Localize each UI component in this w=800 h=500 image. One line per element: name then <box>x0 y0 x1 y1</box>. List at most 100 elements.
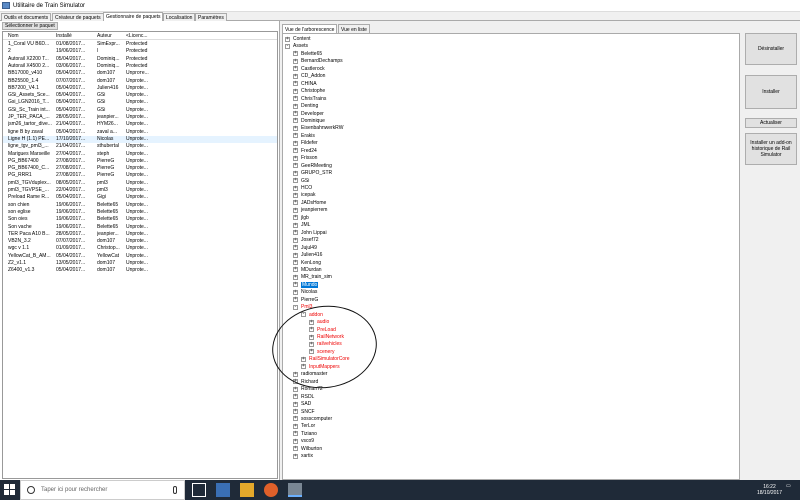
clock[interactable]: 16:22 18/10/2017 <box>757 484 782 496</box>
table-row[interactable]: YellowCat_B_AM... 05/04/2017... YellowCat U… <box>3 253 277 260</box>
expander-icon[interactable]: + <box>293 81 298 87</box>
uninstall-button[interactable]: Désinstaller <box>745 33 797 65</box>
expander-icon[interactable]: + <box>293 178 298 184</box>
expander-icon[interactable]: - <box>293 304 298 310</box>
select-package-button[interactable]: Sélectionner le paquet <box>2 22 58 30</box>
table-row[interactable]: PG_RRR1 27/08/2017... PierreG Unprote... <box>3 172 277 179</box>
tab-localisation[interactable]: Localisation <box>163 13 196 21</box>
expander-icon[interactable]: + <box>293 409 298 414</box>
expander-icon[interactable]: + <box>293 260 298 265</box>
tree-node[interactable]: Wilburton <box>301 446 322 452</box>
tree-node[interactable]: SNCF <box>301 409 315 415</box>
expander-icon[interactable]: + <box>293 207 298 213</box>
tree-node[interactable]: icepak <box>301 192 315 198</box>
expander-icon[interactable]: + <box>293 133 298 139</box>
table-row[interactable]: Z2_v1.1 13/05/2017... dom107 Unprote... <box>3 260 277 267</box>
tree-node[interactable]: BernardDechamps <box>301 58 343 64</box>
expander-icon[interactable]: + <box>293 155 298 161</box>
firefox-icon[interactable] <box>264 483 278 497</box>
tree-node[interactable]: TerLor <box>301 423 315 429</box>
expander-icon[interactable]: + <box>285 36 290 42</box>
tree-node[interactable]: Castlerock <box>301 66 325 72</box>
expander-icon[interactable]: + <box>293 401 298 407</box>
tree-node[interactable]: Nicolas <box>301 289 317 295</box>
table-row[interactable]: ligne_tgv_pml3_... 21/04/2017... sthuberta… <box>3 143 277 150</box>
expander-icon[interactable]: + <box>293 282 298 288</box>
tree-node[interactable]: JADsHome <box>301 200 326 206</box>
tab-createur[interactable]: Créateur de paquets <box>52 13 104 21</box>
tree-node[interactable]: Tiziano <box>301 431 317 437</box>
tree-node[interactable]: Frisson <box>301 155 317 161</box>
expander-icon[interactable]: + <box>293 289 298 295</box>
expander-icon[interactable]: + <box>293 200 298 206</box>
expander-icon[interactable]: + <box>293 438 298 444</box>
table-row[interactable]: Autorail X4500 2... 03/06/2017... Dominiq.… <box>3 63 277 70</box>
tab-gestionnaire[interactable]: Gestionnaire de paquets <box>103 12 164 21</box>
microphone-icon[interactable] <box>173 486 177 494</box>
table-row[interactable]: Son vache 19/06/2017... Belette65 Unprote..… <box>3 224 277 231</box>
expander-icon[interactable]: + <box>293 215 298 221</box>
table-row[interactable]: pml3_TGVPSE_... 22/04/2017... pml3 Unprote.… <box>3 187 277 194</box>
task-view-icon[interactable] <box>192 483 206 497</box>
tree-node[interactable]: John Lippai <box>301 230 327 236</box>
train-simulator-icon[interactable] <box>288 483 302 497</box>
tree-node[interactable]: SAD <box>301 401 311 407</box>
expander-icon[interactable]: + <box>293 103 298 109</box>
tree-node[interactable]: Denting <box>301 103 318 109</box>
expander-icon[interactable]: + <box>293 51 298 57</box>
table-row[interactable]: 2 19/06/2017... l Protected <box>3 48 277 55</box>
tree-node[interactable]: JML <box>301 222 310 228</box>
expander-icon[interactable]: + <box>293 394 298 400</box>
tree-node[interactable]: Christophe <box>301 88 325 94</box>
table-row[interactable]: Marigues Marseille 27/04/2017... steph Unpr… <box>3 151 277 158</box>
table-row[interactable]: pml3_TGVduplex... 08/05/2017... pml3 Unprot… <box>3 180 277 187</box>
col-licence[interactable]: <Licenc... <box>126 33 156 39</box>
tree-node[interactable]: HCO <box>301 185 312 191</box>
expander-icon[interactable]: + <box>293 192 298 198</box>
expander-icon[interactable]: + <box>293 453 298 459</box>
expander-icon[interactable]: + <box>293 237 298 243</box>
expander-icon[interactable]: + <box>293 170 298 176</box>
tree-node[interactable]: ChrisTrains <box>301 96 326 102</box>
table-row[interactable]: Ligne H (1.1) PE... 17/10/2017... Nicolas U… <box>3 135 277 143</box>
tree-node[interactable]: PierreG <box>301 297 318 303</box>
table-row[interactable]: son eglise 19/06/2017... Belette65 Unprote.… <box>3 209 277 216</box>
table-row[interactable]: GSi_Sc_Train int... 05/04/2017... GSi Unpro… <box>3 107 277 114</box>
col-installe[interactable]: Installé <box>56 33 94 39</box>
tree-node[interactable]: GeeRMeeting <box>301 163 332 169</box>
tree-node[interactable]: vsco9 <box>301 438 314 444</box>
expander-icon[interactable]: + <box>293 297 298 303</box>
tree-node[interactable]: CD_Addon <box>301 73 325 79</box>
expander-icon[interactable]: + <box>293 423 298 429</box>
table-row[interactable]: GSi_Assets_Sce... 05/04/2017... GSi Unprote… <box>3 92 277 99</box>
tab-list-view[interactable]: Vue en liste <box>338 24 370 33</box>
table-row[interactable]: BB7200_V4.1 05/04/2017... Julien416 Unprote… <box>3 85 277 92</box>
tree-node[interactable]: Josef72 <box>301 237 319 243</box>
expander-icon[interactable]: + <box>293 111 298 116</box>
tree-node[interactable]: Belette65 <box>301 51 322 57</box>
tree-node[interactable]: EisenbahnwerkRW <box>301 125 343 131</box>
table-row[interactable]: TER Paca A10 B... 28/05/2017... jeanpier..… <box>3 231 277 238</box>
tree-node[interactable]: GSi <box>301 178 309 184</box>
expander-icon[interactable]: + <box>293 58 298 64</box>
tree-node[interactable]: Dominique <box>301 118 325 124</box>
expander-icon[interactable]: - <box>285 43 290 49</box>
table-row[interactable]: wgc v 1.1 01/09/2017... Christop... Unprote… <box>3 245 277 252</box>
tree-pane[interactable]: + Content - Assets + Belette65 + BernardDechamp… <box>282 33 740 480</box>
tree-node[interactable]: sosscomputer <box>301 416 332 422</box>
tab-tree-view[interactable]: Vue de l'arborescence <box>282 24 338 33</box>
table-row[interactable]: jsm26_tartor_dive... 21/04/2017... HYM26..… <box>3 121 277 128</box>
expander-icon[interactable]: + <box>293 267 298 273</box>
edge-icon[interactable] <box>216 483 230 497</box>
windows-start-icon[interactable] <box>4 484 16 496</box>
tree-node[interactable]: GRUPO_STR <box>301 170 332 176</box>
tree-node[interactable]: Jujul49 <box>301 245 317 251</box>
expander-icon[interactable]: + <box>293 446 298 452</box>
tree-node[interactable]: MR_train_sim <box>301 274 332 280</box>
install-history-button[interactable]: Installer un add-on historique de Rail S… <box>745 133 797 165</box>
tree-node[interactable]: Fred24 <box>301 148 317 154</box>
tree-node[interactable]: Assets <box>293 43 308 49</box>
table-row[interactable]: PG_BB67400 27/08/2017... PierreG Unprote... <box>3 158 277 165</box>
expander-icon[interactable]: + <box>293 386 298 392</box>
tree-node[interactable]: jeanpierrem <box>301 207 327 213</box>
